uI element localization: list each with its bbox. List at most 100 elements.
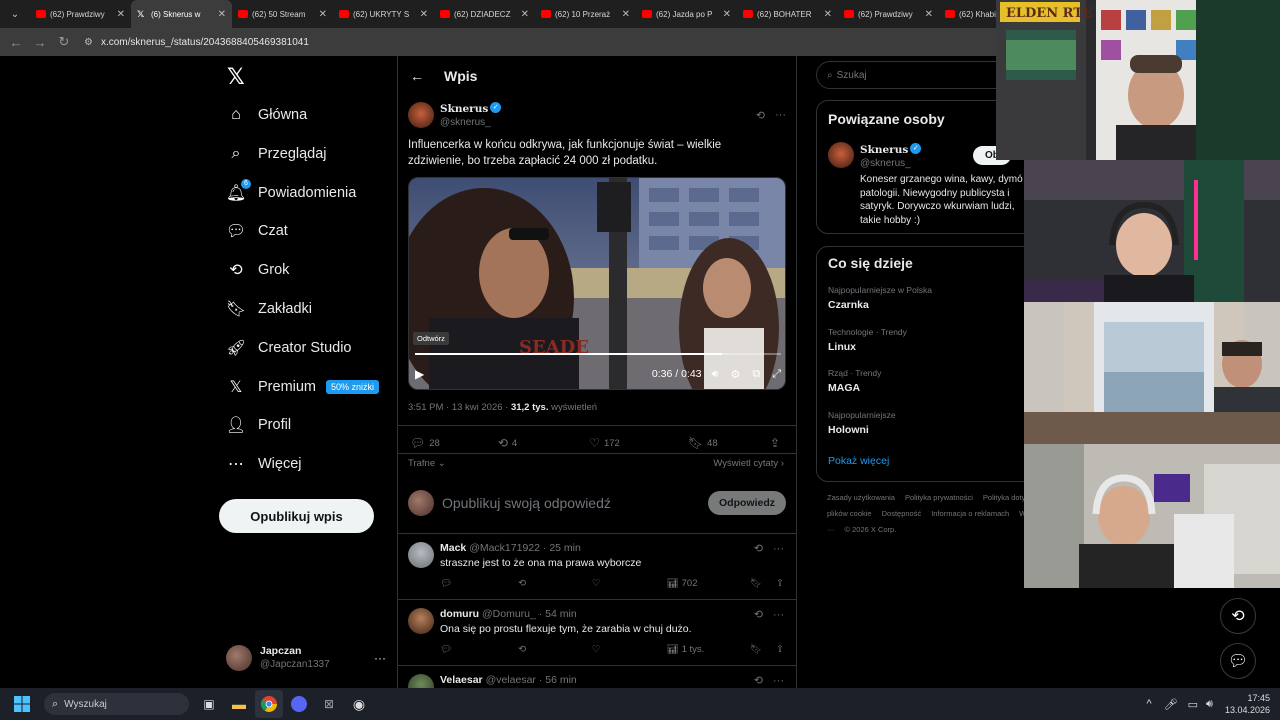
avatar[interactable] bbox=[408, 542, 434, 568]
nav-item-rocket[interactable]: 🚀︎ Creator Studio bbox=[226, 333, 352, 363]
sort-dropdown[interactable]: Trafne ⌄ bbox=[408, 458, 446, 469]
grok-icon[interactable]: ⟲ bbox=[754, 675, 763, 687]
footer-link[interactable]: Polityka prywatności bbox=[905, 493, 973, 502]
footer-link[interactable]: © 2026 X Corp. bbox=[845, 525, 897, 534]
reply-icon[interactable]: 💬︎ bbox=[440, 644, 452, 655]
like-button[interactable]: ♡ 172 bbox=[589, 436, 620, 450]
reply-icon[interactable]: 💬︎ bbox=[440, 578, 452, 589]
close-icon[interactable]: ✕ bbox=[925, 9, 933, 20]
forward-icon[interactable]: → bbox=[28, 35, 52, 50]
avatar[interactable] bbox=[408, 102, 434, 128]
related-name[interactable]: Sknerus bbox=[860, 144, 908, 156]
close-icon[interactable]: ✕ bbox=[622, 9, 630, 20]
trend-item[interactable]: Rząd · Trendy MAGA bbox=[828, 368, 881, 394]
video-player[interactable]: SEADE Odtwórz ▶ 0:36 / 0:43 🔊︎ ⚙ ⧉ ⤢ bbox=[408, 177, 786, 390]
nav-item-bookmark[interactable]: 🔖︎ Zakładki bbox=[226, 294, 312, 324]
bookmark-icon[interactable]: 🔖︎ bbox=[750, 578, 762, 589]
repost-icon[interactable]: ⟲ bbox=[518, 644, 526, 655]
more-dots-icon[interactable]: ··· bbox=[773, 609, 784, 621]
reply-item[interactable]: domuru @Domuru_ · 54 min ⟲ ··· Ona się po p… bbox=[398, 600, 796, 666]
browser-tab[interactable]: 𝕏 (6) Sknerus w ✕ bbox=[131, 0, 232, 28]
trend-item[interactable]: Najpopularniejsze Holowni bbox=[828, 410, 896, 436]
xbox-icon[interactable]: ⊠ bbox=[315, 690, 343, 718]
reply-button[interactable]: 💬︎ 28 bbox=[410, 436, 440, 450]
play-icon[interactable]: ▶ bbox=[415, 367, 424, 381]
nav-item-bell[interactable]: 🔔︎ 6 Powiadomienia bbox=[226, 178, 356, 208]
back-icon[interactable]: ← bbox=[4, 35, 28, 50]
close-icon[interactable]: ✕ bbox=[117, 9, 125, 20]
tray-expand-icon[interactable]: ^ bbox=[1146, 698, 1151, 710]
reply-time[interactable]: · 56 min bbox=[539, 674, 577, 686]
network-icon[interactable]: ▭ bbox=[1188, 698, 1198, 711]
avatar[interactable] bbox=[408, 674, 434, 688]
views-icon[interactable]: 📊︎ bbox=[667, 578, 679, 589]
more-dots-icon[interactable]: ··· bbox=[773, 675, 784, 687]
quotes-link[interactable]: Wyświetl cytaty › bbox=[713, 458, 784, 469]
grok-icon[interactable]: ⟲ bbox=[756, 109, 765, 122]
heart-icon[interactable]: ♡ bbox=[592, 578, 601, 589]
browser-tab[interactable]: (62) 50 Stream ✕ bbox=[232, 0, 333, 28]
browser-tab[interactable]: (62) Jazda po P ✕ bbox=[636, 0, 737, 28]
browser-tab[interactable]: (62) Prawdziwy ✕ bbox=[30, 0, 131, 28]
nav-item-grok[interactable]: ⟲ Grok bbox=[226, 255, 289, 285]
grok-icon[interactable]: ⟲ bbox=[754, 609, 763, 621]
footer-link[interactable]: Dostępność bbox=[882, 509, 922, 518]
reply-input[interactable]: Opublikuj swoją odpowiedź bbox=[442, 495, 611, 511]
browser-tab[interactable]: (62) UKRYTY S ✕ bbox=[333, 0, 434, 28]
show-more-link[interactable]: Pokaż więcej bbox=[828, 455, 889, 467]
clock-date[interactable]: 13.04.2026 bbox=[1225, 704, 1270, 716]
obs-icon[interactable]: ◉ bbox=[345, 690, 373, 718]
avatar[interactable] bbox=[828, 142, 854, 168]
clock-time[interactable]: 17:45 bbox=[1225, 692, 1270, 704]
share-icon[interactable]: ⇪ bbox=[776, 644, 784, 655]
browser-tab[interactable]: (62) Prawdziwy ✕ bbox=[838, 0, 939, 28]
volume-icon[interactable]: 🔊︎ bbox=[1206, 698, 1213, 711]
nav-item-profile[interactable]: 👤︎ Profil bbox=[226, 410, 291, 440]
trend-item[interactable]: Technologie · Trendy Linux bbox=[828, 327, 907, 353]
views-icon[interactable]: 📊︎ bbox=[667, 644, 679, 655]
close-icon[interactable]: ✕ bbox=[824, 9, 832, 20]
share-button[interactable]: ⇪ bbox=[770, 436, 784, 450]
bookmark-icon[interactable]: 🔖︎ bbox=[750, 644, 762, 655]
more-dots-icon[interactable]: ··· bbox=[374, 651, 386, 665]
bookmark-button[interactable]: 🔖︎ 48 bbox=[688, 436, 718, 450]
browser-tab[interactable]: (62) 10 Przeraż ✕ bbox=[535, 0, 636, 28]
tab-search-dropdown-icon[interactable]: ⌄ bbox=[4, 3, 26, 25]
close-icon[interactable]: ✕ bbox=[319, 9, 327, 20]
more-dots-icon[interactable]: ··· bbox=[773, 543, 784, 555]
reply-author-name[interactable]: Mack bbox=[440, 542, 466, 554]
chrome-icon[interactable] bbox=[255, 690, 283, 718]
reply-item[interactable]: Velaesar @velaesar · 56 min⟲···💬︎⟲♡📊︎🔖︎⇪ bbox=[398, 666, 796, 688]
reply-button-submit[interactable]: Odpowiedz bbox=[708, 491, 786, 515]
chat-floating-button[interactable]: 💬︎ bbox=[1220, 643, 1256, 679]
taskbar-search[interactable]: ⌕ Wyszukaj bbox=[44, 693, 189, 715]
repost-button[interactable]: ⟲ 4 bbox=[498, 436, 517, 450]
post-timestamp[interactable]: 3:51 PM · 13 kwi 2026 · bbox=[408, 402, 511, 413]
back-arrow-icon[interactable]: ← bbox=[410, 68, 424, 84]
reload-icon[interactable]: ↻ bbox=[52, 34, 76, 50]
post-button[interactable]: Opublikuj wpis bbox=[219, 499, 374, 533]
avatar[interactable] bbox=[408, 608, 434, 634]
footer-link[interactable]: Informacja o reklamach bbox=[931, 509, 1009, 518]
account-switcher[interactable]: Japczan @Japczan1337 ··· bbox=[226, 641, 386, 675]
footer-link[interactable]: Zasady użytkowania bbox=[827, 493, 895, 502]
browser-tab[interactable]: (62) BOHATER ✕ bbox=[737, 0, 838, 28]
microphone-icon[interactable]: 🎤︎ bbox=[1164, 698, 1178, 711]
reply-time[interactable]: · 25 min bbox=[543, 542, 581, 554]
site-settings-icon[interactable]: ⚙ bbox=[84, 37, 93, 48]
trend-item[interactable]: Najpopularniejsze w Polska Czarnka bbox=[828, 285, 932, 311]
close-icon[interactable]: ✕ bbox=[218, 9, 226, 20]
file-explorer-icon[interactable]: ▬ bbox=[225, 690, 253, 718]
video-progress-track[interactable] bbox=[415, 353, 781, 355]
windows-start-icon[interactable] bbox=[8, 690, 36, 718]
reply-item[interactable]: Mack @Mack171922 · 25 min ⟲ ··· straszne je… bbox=[398, 534, 796, 600]
close-icon[interactable]: ✕ bbox=[521, 9, 529, 20]
close-icon[interactable]: ✕ bbox=[420, 9, 428, 20]
reply-author-name[interactable]: Velaesar bbox=[440, 674, 483, 686]
reply-author-name[interactable]: domuru bbox=[440, 608, 479, 620]
settings-icon[interactable]: ⚙ bbox=[730, 368, 740, 381]
repost-icon[interactable]: ⟲ bbox=[518, 578, 526, 589]
nav-item-x-logo[interactable]: 𝕏 Premium 50% zniżki bbox=[226, 372, 380, 402]
task-view-icon[interactable]: ▣ bbox=[195, 690, 223, 718]
more-dots-icon[interactable]: ··· bbox=[775, 109, 786, 121]
